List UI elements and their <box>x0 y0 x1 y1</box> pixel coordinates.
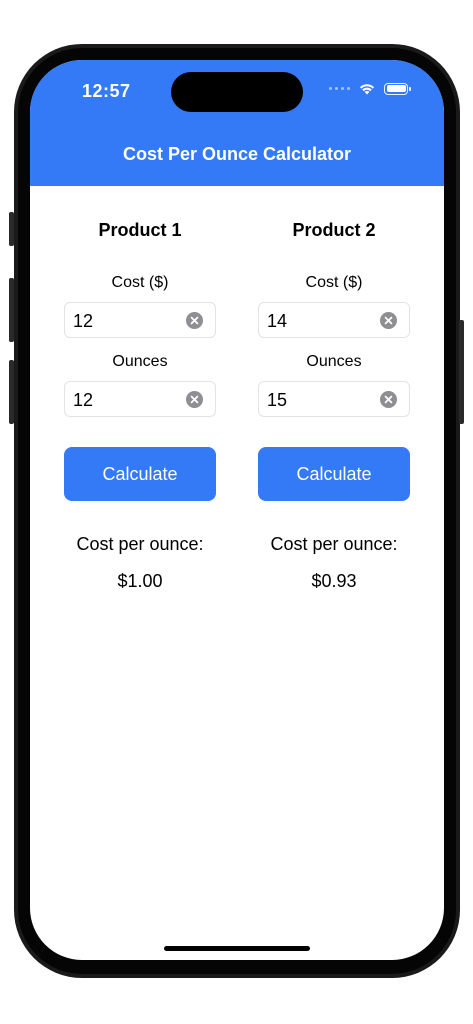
product-1-ounces-value: 12 <box>73 390 94 410</box>
product-1-calculate-button[interactable]: Calculate <box>64 447 216 501</box>
product-2-ounces-label: Ounces <box>306 353 362 370</box>
clear-icon[interactable] <box>186 391 203 408</box>
clear-icon[interactable] <box>186 312 203 329</box>
product-1-cost-value: 12 <box>73 311 94 331</box>
clear-icon[interactable] <box>380 312 397 329</box>
product-2-cost-input[interactable]: 14 <box>258 302 410 338</box>
power-button <box>459 320 464 424</box>
product-2-calculate-button[interactable]: Calculate <box>258 447 410 501</box>
product-2-result-label: Cost per ounce: <box>270 534 398 554</box>
product-2-ounces-input[interactable]: 15 <box>258 381 410 417</box>
volume-up-button <box>9 278 14 342</box>
dynamic-island <box>171 72 303 112</box>
clear-icon[interactable] <box>380 391 397 408</box>
status-time: 12:57 <box>82 81 131 101</box>
wifi-icon <box>359 84 375 95</box>
page-title: Cost Per Ounce Calculator <box>122 144 352 164</box>
product-2-result-value: $0.93 <box>311 571 357 591</box>
product-1-ounces-input[interactable]: 12 <box>64 381 216 417</box>
product-1-cost-input[interactable]: 12 <box>64 302 216 338</box>
product-2-cost-value: 14 <box>267 311 288 331</box>
app-screen: 12:57 Cost Per Ounce Calculator Product … <box>30 60 444 960</box>
home-indicator[interactable] <box>164 946 310 951</box>
product-1-result-value: $1.00 <box>117 571 163 591</box>
volume-down-button <box>9 360 14 424</box>
signal-dots-icon <box>329 87 350 90</box>
product-1-result-label: Cost per ounce: <box>76 534 204 554</box>
product-2-ounces-value: 15 <box>267 390 288 410</box>
status-icons <box>329 82 411 95</box>
battery-icon <box>384 82 411 95</box>
navigation-header: 12:57 Cost Per Ounce Calculator <box>30 60 444 186</box>
product-1-ounces-label: Ounces <box>112 353 168 370</box>
product-1-cost-label: Cost ($) <box>111 274 169 291</box>
product-2-title: Product 2 <box>292 220 376 240</box>
product-1-title: Product 1 <box>98 220 182 240</box>
silent-switch <box>9 212 14 246</box>
product-2-cost-label: Cost ($) <box>305 274 363 291</box>
